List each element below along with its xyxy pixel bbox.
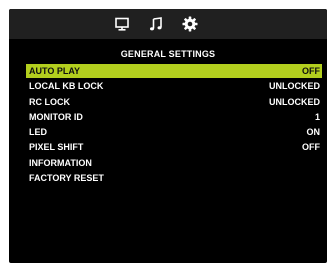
menu-item-label: MONITOR ID: [29, 111, 83, 122]
category-tab-bar: [9, 9, 327, 39]
menu-item-label: LED: [29, 127, 47, 138]
menu-item-label: PIXEL SHIFT: [29, 142, 84, 153]
menu-item-value: UNLOCKED: [269, 96, 320, 107]
tab-picture[interactable]: [113, 15, 131, 33]
menu-item-led[interactable]: LED ON: [26, 125, 322, 139]
menu-item-label: LOCAL KB LOCK: [29, 81, 104, 92]
menu-item-value: UNLOCKED: [269, 81, 320, 92]
menu-item-local-kb-lock[interactable]: LOCAL KB LOCK UNLOCKED: [26, 79, 322, 93]
settings-menu: AUTO PLAY OFF LOCAL KB LOCK UNLOCKED RC …: [26, 64, 322, 186]
gear-icon: [181, 15, 199, 33]
menu-item-label: FACTORY RESET: [29, 173, 104, 184]
section-title: GENERAL SETTINGS: [120, 49, 216, 59]
monitor-icon: [113, 15, 131, 33]
menu-item-information[interactable]: INFORMATION: [26, 156, 322, 170]
menu-item-rc-lock[interactable]: RC LOCK UNLOCKED: [26, 95, 322, 109]
menu-item-value: OFF: [302, 66, 320, 76]
menu-item-pixel-shift[interactable]: PIXEL SHIFT OFF: [26, 140, 322, 154]
osd-menu-panel: GENERAL SETTINGS AUTO PLAY OFF LOCAL KB …: [9, 9, 327, 263]
menu-item-label: INFORMATION: [29, 157, 92, 168]
tab-settings[interactable]: [181, 15, 199, 33]
menu-item-value: OFF: [302, 142, 320, 153]
menu-item-factory-reset[interactable]: FACTORY RESET: [26, 171, 322, 185]
menu-item-label: AUTO PLAY: [29, 66, 81, 76]
tab-audio[interactable]: [147, 15, 165, 33]
menu-item-auto-play[interactable]: AUTO PLAY OFF: [26, 64, 322, 78]
menu-item-value: ON: [306, 127, 321, 138]
menu-item-label: RC LOCK: [29, 96, 70, 107]
music-note-icon: [147, 15, 165, 33]
menu-item-value: 1: [314, 111, 320, 122]
menu-item-monitor-id[interactable]: MONITOR ID 1: [26, 110, 322, 124]
